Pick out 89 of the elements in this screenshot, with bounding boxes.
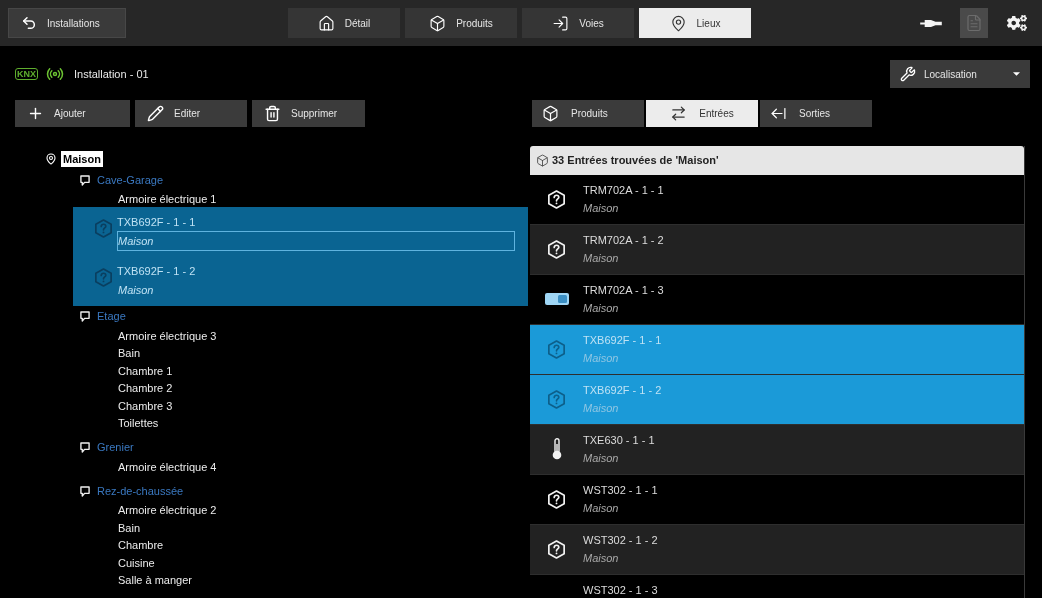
result-location: Maison xyxy=(583,251,620,266)
tree-category-item[interactable]: Rez-de-chaussée xyxy=(96,483,185,499)
filter-tab[interactable]: Entrées xyxy=(646,100,758,127)
tree-room-item[interactable]: Cuisine xyxy=(117,555,156,571)
back-button[interactable]: Installations xyxy=(8,8,126,38)
result-row[interactable]: TXE630 - 1 - 1 Maison xyxy=(530,425,1024,475)
house-icon xyxy=(317,14,335,32)
tree-room-item[interactable]: Armoire électrique 1 xyxy=(117,192,218,208)
help-hexagon-icon xyxy=(548,389,565,409)
thermometer-icon xyxy=(551,438,562,460)
help-hexagon-icon xyxy=(548,539,565,559)
filter-tab[interactable]: Produits xyxy=(532,100,644,127)
tree-category-item[interactable]: Grenier xyxy=(96,440,135,455)
tree-root-item[interactable]: Maison xyxy=(61,151,103,167)
result-title: TXB692F - 1 - 2 xyxy=(583,383,662,398)
result-row[interactable]: WST302 - 1 - 2 Maison xyxy=(530,525,1024,575)
result-title: TRM702A - 1 - 3 xyxy=(583,283,664,298)
knx-logo: KNX xyxy=(15,68,38,80)
tree-room-item[interactable]: Chambre 2 xyxy=(117,381,174,397)
nav-tab[interactable]: Voies xyxy=(522,8,634,38)
result-title: TRM702A - 1 - 2 xyxy=(583,233,664,248)
result-title: WST302 - 1 - 3 xyxy=(583,583,658,598)
return-arrow-icon xyxy=(21,15,37,31)
drag-item-title: TXB692F - 1 - 1 xyxy=(117,214,197,230)
arrows-icon xyxy=(670,105,688,122)
tree-room-item[interactable]: Chambre 1 xyxy=(117,363,174,379)
caret-down-icon xyxy=(1013,72,1020,76)
box-icon xyxy=(542,105,559,122)
result-title: TXE630 - 1 - 1 xyxy=(583,433,655,448)
help-hexagon-icon xyxy=(95,268,112,287)
wrench-icon xyxy=(900,66,916,82)
settings-icon xyxy=(1007,13,1027,33)
result-location: Maison xyxy=(583,201,620,216)
installation-name: Installation - 01 xyxy=(74,66,149,82)
tree-room-item[interactable]: Toilettes xyxy=(117,416,160,432)
result-row[interactable]: TRM702A - 1 - 2 Maison xyxy=(530,225,1024,275)
filter-tab[interactable]: Sorties xyxy=(760,100,872,127)
tree-room-item[interactable]: Chambre xyxy=(117,538,165,554)
help-hexagon-icon xyxy=(548,189,565,209)
help-hexagon-icon xyxy=(548,489,565,509)
tree-room-item[interactable]: Armoire électrique 3 xyxy=(117,328,218,344)
tree-room-item[interactable]: Bain xyxy=(117,520,142,536)
action-button[interactable]: Ajouter xyxy=(15,100,130,127)
tree-room-item[interactable]: Armoire électrique 2 xyxy=(117,503,218,519)
help-hexagon-icon xyxy=(548,239,565,259)
result-location: Maison xyxy=(583,351,620,366)
view-dropdown[interactable]: Localisation xyxy=(890,60,1030,88)
pencil-icon xyxy=(147,105,164,122)
help-hexagon-icon xyxy=(548,339,565,359)
results-heading: 33 Entrées trouvées de 'Maison' xyxy=(552,153,719,169)
nav-tab[interactable]: Lieux xyxy=(639,8,751,38)
result-location: Maison xyxy=(583,301,620,316)
nav-tab[interactable]: Produits xyxy=(405,8,517,38)
trash-icon xyxy=(264,105,281,122)
action-button[interactable]: Supprimer xyxy=(252,100,365,127)
tree-room-item[interactable]: Bain xyxy=(117,346,142,362)
box-icon xyxy=(536,154,549,167)
map-pin-icon xyxy=(669,14,687,32)
speech-bubble-icon xyxy=(80,174,90,186)
tree-room-item[interactable]: Salle à manger xyxy=(117,573,193,589)
document-icon xyxy=(965,14,983,32)
box-icon xyxy=(429,14,447,32)
plug-icon xyxy=(920,18,942,28)
plus-icon xyxy=(27,105,44,122)
result-location: Maison xyxy=(583,501,620,516)
tree-room-item[interactable]: Armoire électrique 4 xyxy=(117,459,218,475)
nav-tab[interactable]: Détail xyxy=(288,8,400,38)
toggle-switch-icon xyxy=(544,293,569,305)
result-title: TXB692F - 1 - 1 xyxy=(583,333,662,348)
drag-item-location: Maison xyxy=(118,283,154,298)
map-pin-icon xyxy=(45,153,57,165)
speech-bubble-icon xyxy=(80,442,90,453)
drag-item-title: TXB692F - 1 - 2 xyxy=(117,264,197,279)
action-button[interactable]: Editer xyxy=(135,100,247,127)
tree-room-item[interactable]: Chambre 3 xyxy=(117,398,174,414)
drag-item-location: Maison xyxy=(118,233,154,249)
result-title: WST302 - 1 - 2 xyxy=(583,533,658,548)
result-location: Maison xyxy=(583,551,620,566)
tree-category-item[interactable]: Etage xyxy=(96,309,127,324)
result-title: TRM702A - 1 - 1 xyxy=(583,183,664,198)
help-hexagon-icon xyxy=(95,218,112,238)
result-title: WST302 - 1 - 1 xyxy=(583,483,658,498)
result-location: Maison xyxy=(583,451,620,466)
speech-bubble-icon xyxy=(80,311,90,322)
door-arrow-icon xyxy=(552,14,570,32)
speech-bubble-icon xyxy=(80,485,90,497)
tree-category-item[interactable]: Cave-Garage xyxy=(96,172,165,188)
result-location: Maison xyxy=(583,401,620,416)
wireless-icon xyxy=(46,65,64,83)
